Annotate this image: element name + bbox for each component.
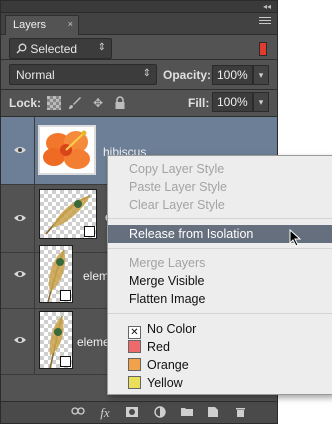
layer-name[interactable]: elem (83, 269, 109, 283)
divider (1, 59, 277, 60)
lock-icon[interactable] (113, 96, 127, 110)
smart-object-badge-icon (84, 226, 95, 237)
fx-icon[interactable]: fx (98, 406, 112, 420)
visibility-separator (34, 117, 35, 184)
menu-item-label: Yellow (147, 376, 183, 390)
smart-object-badge-icon (60, 356, 71, 367)
filter-toggle-switch[interactable] (259, 42, 267, 56)
trash-icon[interactable] (233, 406, 247, 420)
divider (1, 89, 277, 90)
close-tab-icon[interactable]: × (68, 19, 73, 29)
link-layers-icon[interactable] (71, 406, 85, 420)
visibility-eye-icon[interactable] (13, 335, 27, 345)
menu-item-flatten-image[interactable]: Flatten Image (108, 290, 332, 308)
visibility-eye-icon[interactable] (13, 213, 27, 223)
filter-value: Selected (30, 42, 78, 56)
fill-input[interactable]: 100% (212, 92, 253, 112)
panel-top-strip: ◂◂ (1, 1, 277, 13)
new-layer-icon[interactable] (206, 406, 220, 420)
menu-separator (108, 218, 332, 219)
visibility-eye-icon[interactable] (13, 145, 27, 155)
menu-item-red[interactable]: Red (108, 338, 332, 356)
menu-separator (108, 313, 332, 314)
menu-item-clear-layer-style[interactable]: Clear Layer Style (108, 196, 332, 214)
opacity-dropdown-arrow[interactable]: ▾ (253, 65, 269, 85)
menu-item-copy-layer-style[interactable]: Copy Layer Style (108, 160, 332, 178)
orange-swatch-icon (128, 358, 141, 371)
yellow-swatch-icon (128, 376, 141, 389)
fill-dropdown-arrow[interactable]: ▾ (253, 92, 269, 112)
chevron-updown-icon: ⇕ (142, 68, 151, 79)
blend-mode-dropdown[interactable]: Normal ⇕ (9, 64, 157, 85)
blend-row: Normal ⇕ Opacity: 100% ▾ (1, 61, 277, 89)
blend-mode-value: Normal (16, 68, 55, 82)
layer-context-menu: Copy Layer Style Paste Layer Style Clear… (107, 155, 332, 395)
menu-item-orange[interactable]: Orange (108, 356, 332, 374)
layer-name[interactable]: eleme (77, 335, 110, 349)
visibility-eye-icon[interactable] (13, 269, 27, 279)
red-swatch-icon (128, 340, 141, 353)
tab-layers[interactable]: Layers × (5, 15, 79, 35)
smart-object-badge-icon (60, 290, 71, 301)
layer-thumbnail[interactable] (39, 189, 97, 239)
menu-item-paste-layer-style[interactable]: Paste Layer Style (108, 178, 332, 196)
brush-icon[interactable] (68, 96, 82, 110)
layer-thumbnail[interactable] (39, 311, 73, 369)
lock-transparent-icon[interactable] (47, 96, 61, 110)
panel-bottom-bar: fx (1, 401, 277, 423)
menu-item-merge-visible[interactable]: Merge Visible (108, 272, 332, 290)
adjustment-layer-icon[interactable] (153, 406, 167, 420)
layer-thumbnail[interactable] (39, 245, 73, 303)
opacity-input[interactable]: 100% (212, 65, 253, 85)
visibility-separator (34, 307, 35, 374)
add-mask-icon[interactable] (125, 406, 139, 420)
fill-label: Fill: (188, 96, 210, 110)
menu-item-label: Red (147, 340, 170, 354)
chevron-updown-icon: ⇕ (97, 42, 106, 53)
move-icon[interactable]: ✥ (91, 96, 105, 110)
menu-separator (108, 248, 332, 249)
filter-type-dropdown[interactable]: Selected ⇕ (9, 38, 112, 59)
mouse-cursor-icon (289, 229, 302, 247)
search-icon (16, 43, 27, 54)
menu-item-label: No Color (147, 322, 197, 336)
menu-item-label: Orange (147, 358, 189, 372)
lock-label: Lock: (9, 96, 42, 110)
visibility-separator (34, 241, 35, 308)
hibiscus-flower-image (40, 127, 94, 173)
layer-thumbnail[interactable] (38, 125, 96, 175)
panel-menu-icon[interactable] (259, 17, 271, 29)
folder-icon[interactable] (180, 406, 194, 420)
tab-layers-label: Layers (13, 19, 47, 31)
menu-item-no-color[interactable]: ✕ No Color (108, 320, 332, 339)
opacity-label: Opacity: (163, 68, 212, 82)
menu-item-yellow[interactable]: Yellow (108, 374, 332, 392)
panel-tab-bar: Layers × (1, 13, 277, 35)
menu-item-merge-layers[interactable]: Merge Layers (108, 254, 332, 272)
collapse-panel-button[interactable]: ◂◂ (263, 1, 271, 12)
